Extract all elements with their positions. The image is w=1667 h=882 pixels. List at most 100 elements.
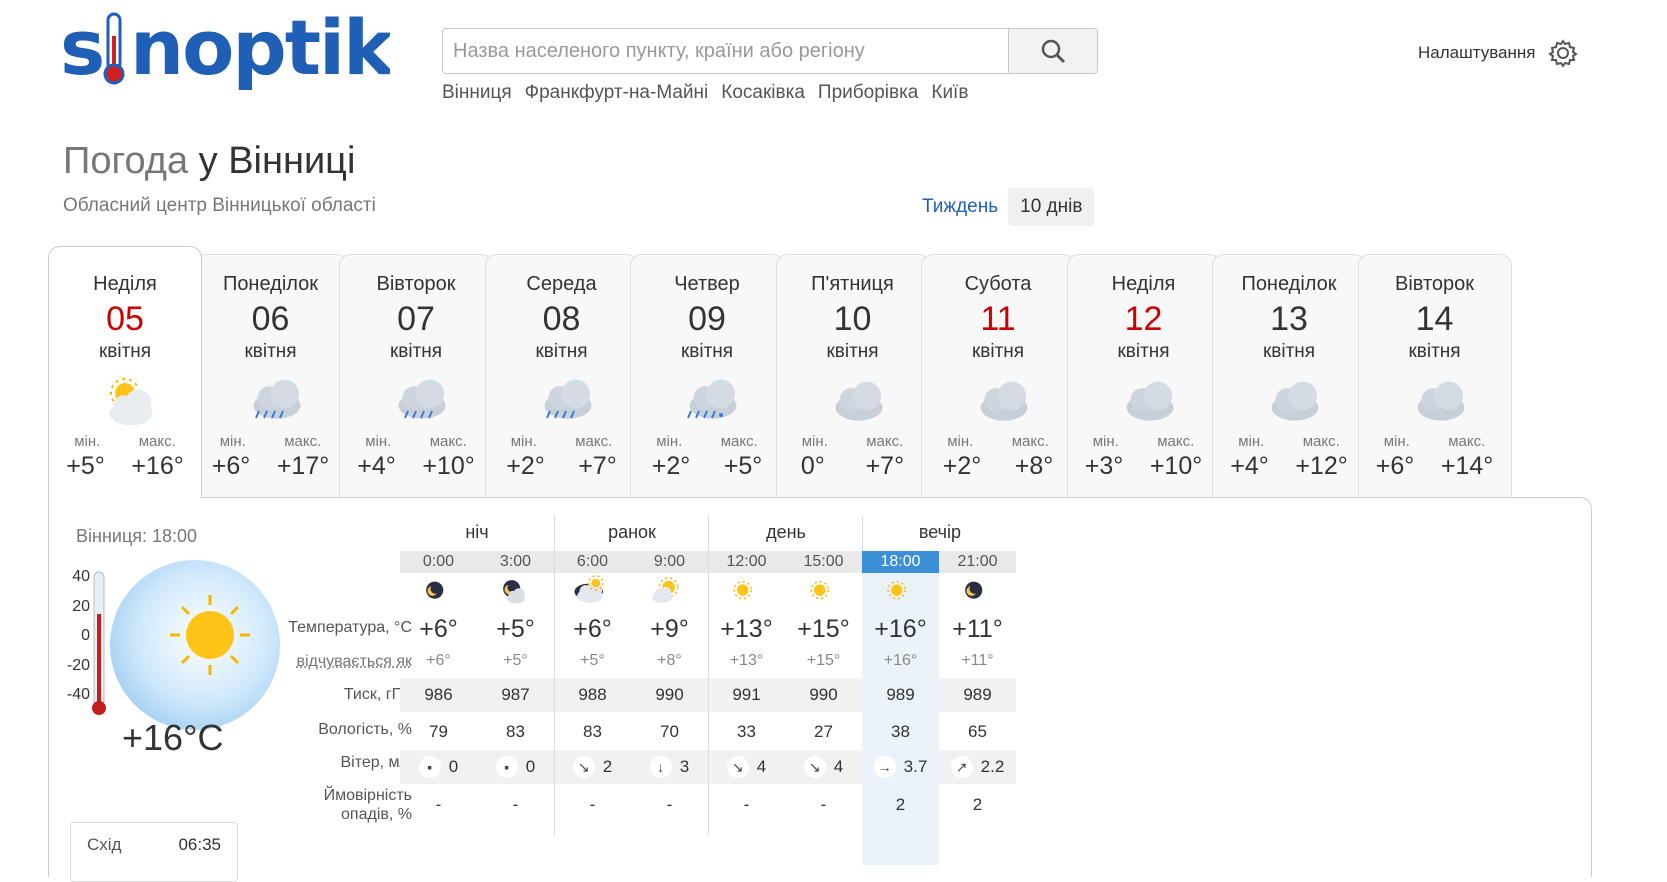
hour-feels-like: +15° [806, 652, 841, 669]
day-tab[interactable]: Четвер 09 квітня мін. макс. +2° +5° [630, 254, 784, 498]
settings-label: Налаштування [1418, 43, 1536, 62]
day-name: Неділя [1111, 273, 1176, 295]
day-name: Понеділок [1241, 273, 1337, 295]
day-date: 11 [980, 300, 1016, 338]
hour-wind: ↘ 4 [785, 750, 862, 784]
max-label: макс. [1448, 433, 1486, 450]
hour-time: 9:00 [653, 553, 686, 570]
day-tab[interactable]: Вівторок 14 квітня мін. макс. +6° +14° [1357, 254, 1512, 498]
max-label: макс. [429, 433, 467, 450]
day-tab[interactable]: Субота 11 квітня мін. макс. +2° +8° [921, 254, 1075, 498]
hour-precipitation: - [512, 795, 519, 814]
hour-humidity: 27 [814, 722, 833, 741]
wind-direction-icon: ↓ [649, 756, 672, 778]
hour-precipitation: - [666, 795, 673, 814]
hour-precipitation: 2 [895, 795, 906, 814]
day-tab[interactable]: Середа 08 квітня мін. макс. +2° +7° [484, 254, 639, 498]
min-label: мін. [74, 433, 101, 450]
max-label: макс. [1302, 433, 1340, 450]
hour-feels-like: +6° [426, 652, 451, 669]
day-month: квітня [98, 341, 152, 362]
hour-wind: ↓ 3 [631, 750, 708, 784]
hour-temperature: +11° [952, 615, 1003, 643]
min-label: мін. [1383, 433, 1410, 450]
scale-tick-label: 20 [72, 597, 90, 615]
min-label: мін. [801, 433, 828, 450]
max-label: макс. [866, 433, 904, 450]
wind-direction-icon: ▪ [495, 756, 518, 778]
hour-precipitation: - [589, 795, 596, 814]
partly-cloudy-sun-icon [49, 369, 201, 429]
hour-precipitation: - [820, 795, 827, 814]
hour-feels-like: +13° [729, 652, 764, 669]
wind-direction-icon: ↘ [726, 756, 749, 778]
hour-wind: ↘ 4 [708, 750, 785, 784]
search-button[interactable] [1008, 29, 1097, 73]
cloud-icon [1068, 369, 1220, 429]
current-location-time: Вінниця: 18:00 [76, 526, 198, 546]
day-month: квітня [680, 341, 734, 362]
recent-city-link[interactable]: Приборівка [818, 82, 918, 104]
day-tab[interactable]: Понеділок 13 квітня мін. макс. +4° +12° [1212, 254, 1366, 498]
hour-feels-like: +8° [657, 652, 682, 669]
recent-city-link[interactable]: Франкфурт-на-Майні [525, 82, 709, 104]
hour-pressure: 990 [655, 685, 684, 704]
day-tabs: Неділя 05 квітня мін. макс. +5° +16° Понед… [48, 246, 1592, 498]
day-tab[interactable]: П'ятниця 10 квітня мін. макс. 0° +7° [775, 254, 930, 498]
recent-cities: Вінниця Франкфурт-на-Майні Косаківка При… [442, 82, 968, 104]
scale-tick-label: -40 [66, 686, 90, 703]
hour-pressure: 986 [424, 685, 453, 704]
day-tab[interactable]: Вівторок 07 квітня мін. макс. +4° +10° [339, 254, 493, 498]
wind-speed: 4 [756, 757, 767, 776]
hour-sun-icon [708, 573, 785, 613]
day-month: квітня [535, 341, 588, 362]
hour-humidity: 70 [660, 722, 679, 741]
max-temp: +8° [1014, 452, 1054, 480]
wind-speed: 3.7 [903, 757, 928, 776]
hour-time: 3:00 [499, 553, 532, 570]
day-tab[interactable]: Неділя 12 квітня мін. макс. +3° +10° [1066, 254, 1221, 498]
day-name: Понеділок [222, 273, 319, 295]
cloud-icon [777, 369, 929, 429]
min-temp: +6° [1375, 452, 1415, 480]
week-tab[interactable]: Тиждень [920, 188, 1000, 226]
gear-icon [1547, 39, 1578, 68]
hour-temperature: +5° [496, 615, 535, 643]
row-label-precipitation: Ймовірність [323, 787, 412, 804]
hour-pressure: 990 [809, 685, 838, 704]
hour-precipitation: - [743, 795, 750, 814]
hour-temperature: +6° [419, 615, 458, 643]
recent-city-link[interactable]: Вінниця [442, 82, 512, 104]
cloud-icon [1213, 369, 1365, 429]
day-month: квітня [389, 341, 443, 362]
settings-button[interactable]: Налаштування [1418, 38, 1578, 68]
sunrise-time: 06:35 [178, 835, 221, 854]
cloud-icon [922, 369, 1074, 429]
cloud-rain-icon [195, 369, 347, 429]
hour-pressure: 989 [886, 685, 915, 704]
sinoptik-logo[interactable]: s noptik sinoptik [60, 2, 397, 94]
hour-wind: ▪ 0 [477, 750, 554, 784]
hour-temperature: +15° [797, 615, 850, 643]
wind-direction-icon: ↘ [572, 756, 595, 778]
hour-time: 15:00 [803, 553, 844, 570]
day-tab[interactable]: Понеділок 06 квітня мін. макс. +6° +17° [193, 254, 348, 498]
day-name: Середа [526, 273, 597, 295]
hour-temperature: +13° [720, 615, 773, 643]
hour-time: 18:00 [862, 551, 939, 573]
max-label: макс. [138, 433, 176, 450]
day-tab[interactable]: Неділя 05 квітня мін. макс. +5° +16° [48, 246, 202, 498]
hour-moon-icon [400, 573, 477, 613]
sunrise-label: Схід [87, 835, 122, 854]
recent-city-link[interactable]: Київ [931, 82, 968, 104]
hour-feels-like: +5° [580, 652, 605, 669]
cloud-rain-icon [486, 369, 638, 429]
search-input[interactable] [443, 29, 1008, 73]
day-date: 09 [688, 300, 726, 338]
recent-city-link[interactable]: Косаківка [721, 82, 805, 104]
ten-days-tab[interactable]: 10 днів [1008, 188, 1095, 226]
cloud-light-rain-icon [340, 369, 492, 429]
hour-humidity: 65 [968, 722, 987, 741]
wind-direction-icon: ↘ [803, 756, 826, 778]
hour-feels-like: +16° [883, 652, 918, 669]
